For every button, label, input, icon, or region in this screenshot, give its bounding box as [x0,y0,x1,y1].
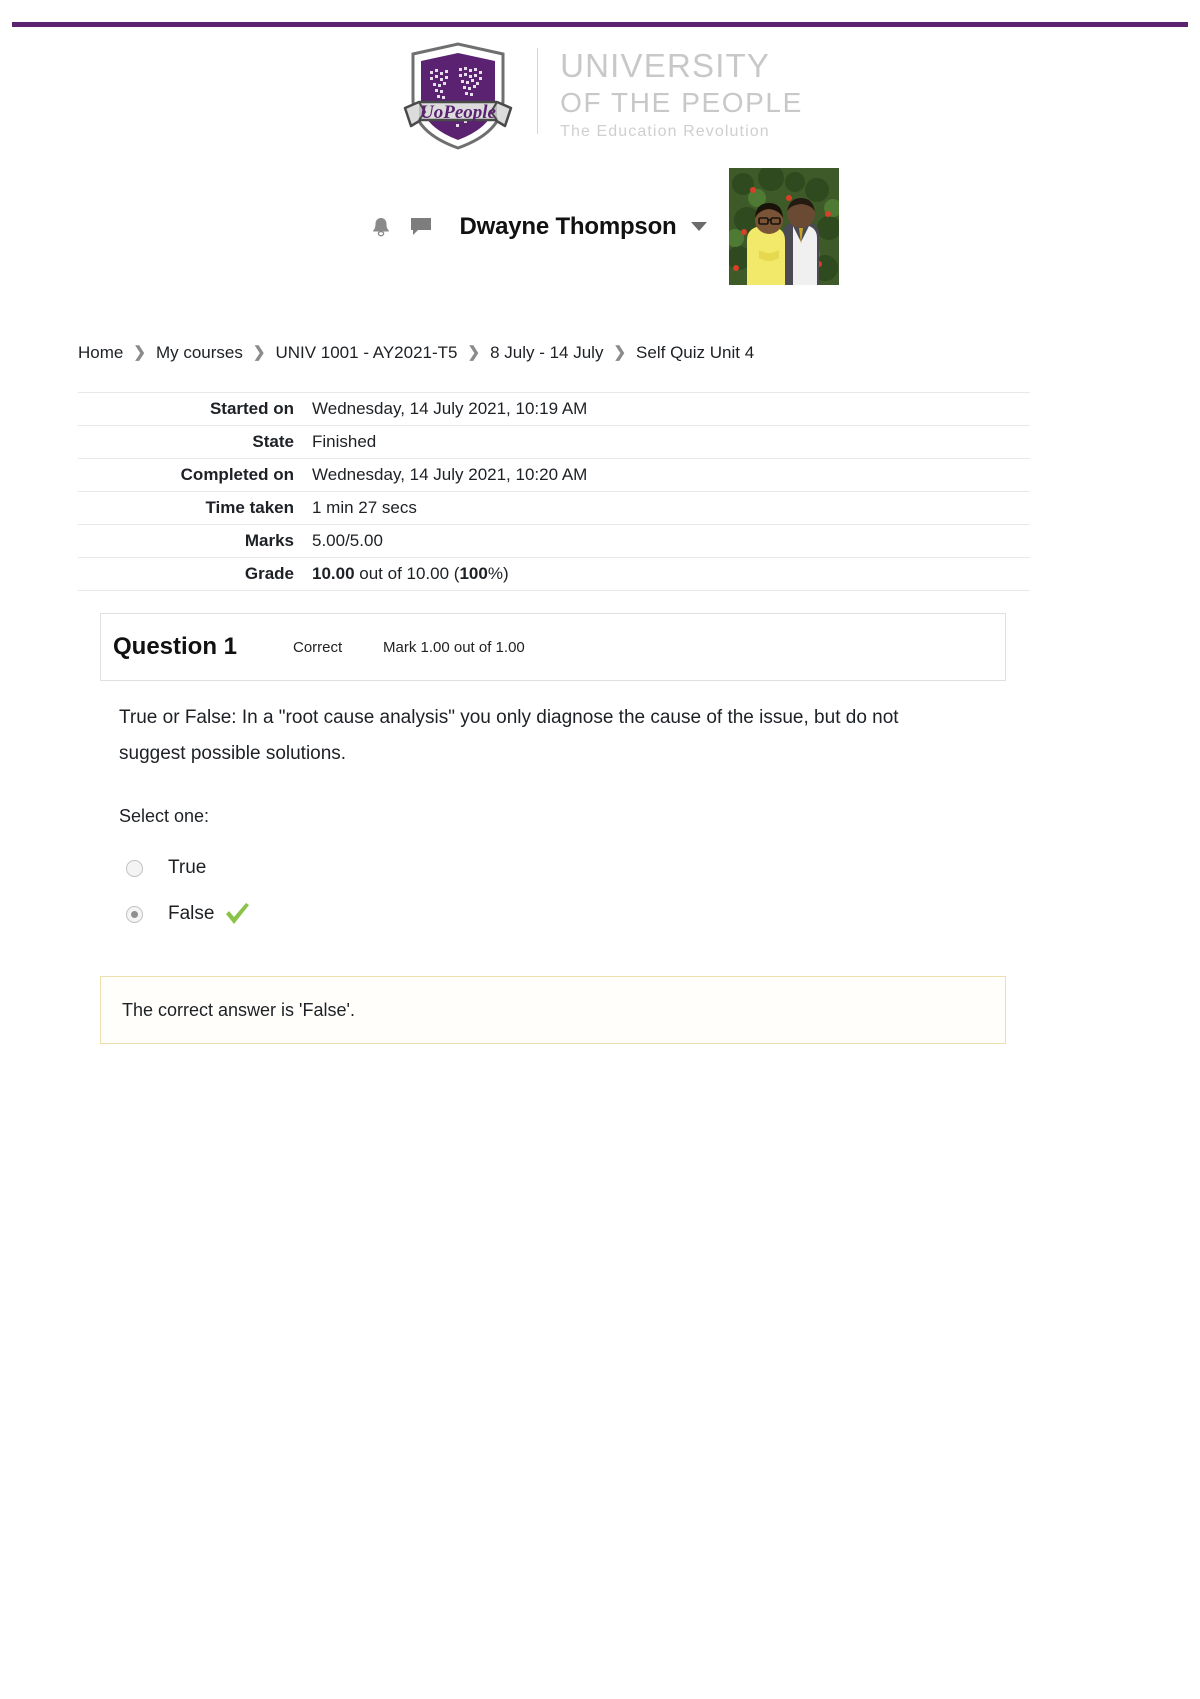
wordmark-tagline: The Education Revolution [560,123,770,140]
breadcrumb: Home ❯ My courses ❯ UNIV 1001 - AY2021-T… [78,343,754,363]
radio-button-false[interactable] [126,905,143,923]
breadcrumb-item-home[interactable]: Home [78,343,123,363]
question-text: True or False: In a "root cause analysis… [119,707,899,764]
chevron-down-icon[interactable] [690,222,707,231]
row-value-grade: 10.00 out of 10.00 (100%) [304,558,1030,591]
row-value-completed-on: Wednesday, 14 July 2021, 10:20 AM [312,465,588,484]
row-value-time-taken: 1 min 27 secs [312,498,417,517]
row-label-grade: Grade [244,564,294,583]
bell-icon[interactable] [361,207,401,247]
uopeople-shield-icon: UoPeople [397,40,519,152]
logo-divider [537,48,539,134]
feedback-text: The correct answer is 'False'. [122,999,355,1020]
row-label-marks: Marks [244,531,294,550]
logo-banner-text: UoPeople [420,102,497,123]
radio-button-true[interactable] [126,859,143,877]
chevron-right-icon: ❯ [133,344,146,361]
attempt-info-table: Started on Wednesday, 14 July 2021, 10:1… [78,392,1030,591]
chevron-right-icon: ❯ [613,344,627,361]
answer-options: True False [126,845,250,937]
feedback-box: The correct answer is 'False'. [100,976,1006,1044]
table-row: Started on Wednesday, 14 July 2021, 10:1… [78,392,1030,426]
correct-check-icon [224,902,250,926]
grade-points: 10.00 [312,564,355,583]
avatar[interactable] [728,168,839,285]
table-row: Marks 5.00/5.00 [78,524,1030,558]
chevron-right-icon: ❯ [252,344,266,361]
breadcrumb-item-quiz[interactable]: Self Quiz Unit 4 [636,343,754,363]
table-row: Time taken 1 min 27 secs [78,491,1030,525]
answer-option-true[interactable]: True [126,845,250,891]
site-logo-block[interactable]: UoPeople UNIVERSITY OF THE PEOPLE The Ed… [0,40,1200,152]
breadcrumb-item-my-courses[interactable]: My courses [156,343,243,363]
row-value-state: Finished [312,432,377,451]
row-label-started-on: Started on [209,399,294,418]
row-value-marks: 5.00/5.00 [312,531,383,550]
answer-option-label: True [168,857,207,878]
table-row: Completed on Wednesday, 14 July 2021, 10… [78,458,1030,492]
top-accent-bar [12,22,1188,27]
select-one-label: Select one: [119,806,210,826]
site-wordmark: UNIVERSITY OF THE PEOPLE The Education R… [560,40,803,144]
quiz-review-page: UoPeople UNIVERSITY OF THE PEOPLE The Ed… [0,0,1200,1699]
chevron-right-icon: ❯ [467,344,481,361]
user-name-label[interactable]: Dwayne Thompson [459,213,676,241]
row-label-completed-on: Completed on [180,465,294,484]
wordmark-line-2: OF THE PEOPLE [560,87,803,118]
row-value-started-on: Wednesday, 14 July 2021, 10:19 AM [312,399,588,418]
grade-percent-suffix: %) [487,564,509,583]
question-state-label: Correct [293,638,343,656]
table-row: Grade 10.00 out of 10.00 (100%) [78,557,1030,591]
row-label-time-taken: Time taken [205,498,294,517]
grade-percent: 100 [459,564,488,583]
wordmark-line-1: UNIVERSITY [560,47,771,84]
row-label-state: State [252,432,294,451]
question-header-box: Question 1 Correct Mark 1.00 out of 1.00 [100,613,1006,681]
table-row: State Finished [78,425,1030,459]
breadcrumb-item-week[interactable]: 8 July - 14 July [490,343,603,363]
grade-outof: out of 10.00 ( [354,564,460,583]
question-mark-label: Mark 1.00 out of 1.00 [383,638,525,656]
question-number: Question 1 [113,633,238,660]
answer-option-false[interactable]: False [126,891,250,937]
user-navigation: Dwayne Thompson [0,168,1200,285]
answer-option-label: False [168,903,215,924]
message-icon[interactable] [401,207,441,247]
breadcrumb-item-course[interactable]: UNIV 1001 - AY2021-T5 [275,343,457,363]
